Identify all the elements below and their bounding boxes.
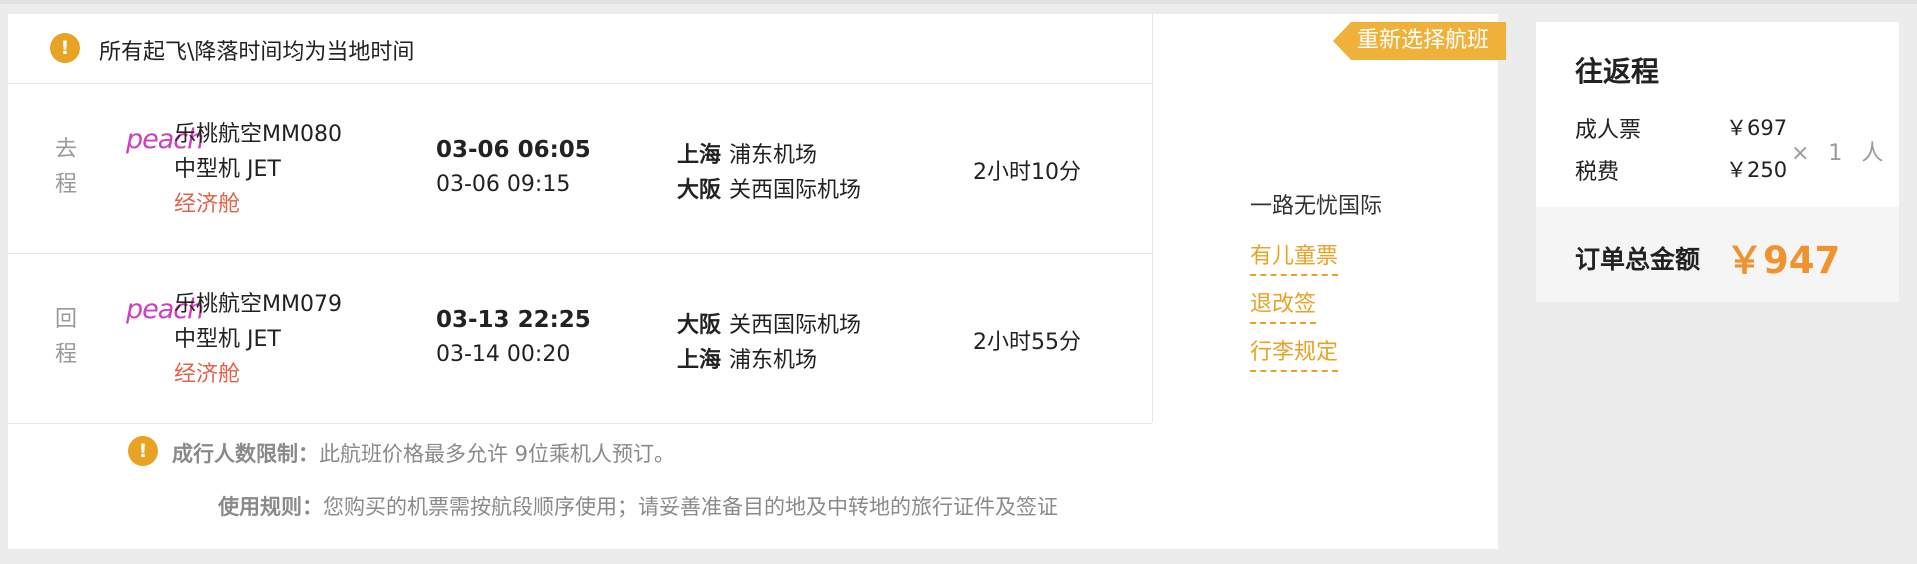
passenger-limit-text: 此航班价格最多允许 9位乘机人预订。 [319,442,676,466]
passenger-limit-label: 成行人数限制： [172,442,319,466]
local-time-notice: ! 所有起飞\降落时间均为当地时间 [8,14,1152,84]
flight-duration: 2小时10分 [973,160,1081,185]
cabin-class: 经济舱 [174,362,241,387]
arrival-airport-name: 浦东机场 [729,348,818,373]
top-divider [0,0,1917,4]
trip-type-title: 往返程 [1575,55,1660,88]
price-summary-panel: 往返程 成人票 ￥697 税费 ￥250 × 1 人 订单总金额 ￥947 [1536,22,1899,302]
cabin-class: 经济舱 [174,192,241,217]
price-breakdown: 往返程 成人票 ￥697 税费 ￥250 × 1 人 [1536,22,1899,207]
arrival-city: 大阪 [677,178,722,203]
warning-icon: ! [128,436,158,466]
passenger-quantity: × 1 人 [1791,141,1890,166]
arrival-airport-name: 关西国际机场 [729,178,862,203]
airline-flight-number: 乐桃航空MM080 [174,122,342,147]
outbound-leg: 去 程 peach 乐桃航空MM080 中型机 JET 经济舱 03-06 06… [8,84,1152,254]
agent-name: 一路无忧国际 [1250,194,1383,219]
leg-direction-label: 去 程 [54,137,77,197]
warning-icon: ! [50,33,80,63]
usage-rules-label: 使用规则： [218,495,323,519]
order-total-value: ￥947 [1726,239,1841,282]
arrival-time: 03-14 00:20 [436,342,571,367]
usage-rules-text: 您购买的机票需按航段顺序使用；请妥善准备目的地及中转地的旅行证件及签证 [323,495,1058,519]
arrival-airport: 上海 浦东机场 [677,342,817,374]
adult-fare-label: 成人票 [1575,118,1642,143]
child-ticket-link[interactable]: 有儿童票 [1250,238,1339,276]
arrival-city: 上海 [677,348,722,373]
arrival-airport: 大阪 关西国际机场 [677,172,861,204]
adult-fare-value: ￥697 [1726,116,1788,140]
departure-city: 大阪 [677,313,722,338]
rebook-flight-button[interactable]: 重新选择航班 [1333,22,1506,60]
departure-city: 上海 [677,143,722,168]
tax-value: ￥250 [1726,158,1788,182]
flight-duration: 2小时55分 [973,330,1081,355]
return-leg: 回 程 peach 乐桃航空MM079 中型机 JET 经济舱 03-13 22… [8,254,1152,424]
column-divider [1152,14,1153,422]
arrival-time: 03-06 09:15 [436,172,571,197]
notice-text: 所有起飞\降落时间均为当地时间 [99,40,415,65]
order-total-label: 订单总金额 [1575,245,1701,274]
departure-airport: 上海 浦东机场 [677,137,817,169]
departure-time: 03-13 22:25 [436,307,591,333]
flight-summary-card: ! 所有起飞\降落时间均为当地时间 去 程 peach 乐桃航空MM080 中型… [8,14,1506,549]
aircraft-type: 中型机 JET [174,157,281,182]
usage-rules-row: 使用规则：您购买的机票需按航段顺序使用；请妥善准备目的地及中转地的旅行证件及签证 [218,491,1058,521]
tax-label: 税费 [1575,160,1620,185]
departure-airport: 大阪 关西国际机场 [677,307,861,339]
airline-flight-number: 乐桃航空MM079 [174,292,342,317]
leg-direction-label: 回 程 [54,307,77,367]
departure-airport-name: 关西国际机场 [729,313,862,338]
baggage-rules-link[interactable]: 行李规定 [1250,334,1339,372]
aircraft-type: 中型机 JET [174,327,281,352]
refund-change-link[interactable]: 退改签 [1250,286,1317,324]
passenger-limit-row: 成行人数限制：此航班价格最多允许 9位乘机人预订。 [172,438,675,468]
departure-time: 03-06 06:05 [436,137,591,163]
departure-airport-name: 浦东机场 [729,143,818,168]
